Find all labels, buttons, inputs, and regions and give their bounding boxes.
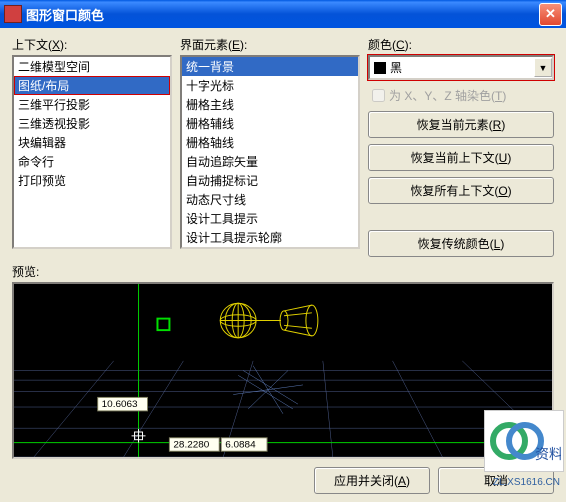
- element-item[interactable]: 设计工具提示: [182, 209, 358, 228]
- color-swatch: [374, 62, 386, 74]
- element-item[interactable]: 设计工具提示轮廓: [182, 228, 358, 247]
- coord-a: 10.6063: [102, 399, 138, 410]
- context-item[interactable]: 命令行: [14, 152, 170, 171]
- app-icon: [4, 5, 22, 23]
- context-item[interactable]: 二维模型空间: [14, 57, 170, 76]
- element-item[interactable]: 栅格轴线: [182, 133, 358, 152]
- tint-checkbox-row: 为 X、Y、Z 轴染色(T): [368, 86, 554, 105]
- context-item[interactable]: 图纸/布局: [14, 76, 170, 95]
- element-item[interactable]: 栅格主线: [182, 95, 358, 114]
- context-item[interactable]: 三维透视投影: [14, 114, 170, 133]
- close-button[interactable]: ✕: [539, 3, 562, 26]
- coord-c: 6.0884: [225, 440, 256, 451]
- tint-checkbox: [372, 89, 385, 102]
- element-item[interactable]: 十字光标: [182, 76, 358, 95]
- coord-b: 28.2280: [173, 440, 210, 451]
- restore-context-button[interactable]: 恢复当前上下文(U): [368, 144, 554, 171]
- color-dropdown[interactable]: 黑 ▼: [368, 55, 554, 80]
- color-label: 颜色(C):: [368, 36, 554, 53]
- element-item[interactable]: 统一背景: [182, 57, 358, 76]
- window-title: 图形窗口颜色: [26, 5, 539, 24]
- element-listbox[interactable]: 统一背景十字光标栅格主线栅格辅线栅格轴线自动追踪矢量自动捕捉标记动态尺寸线设计工…: [180, 55, 360, 249]
- preview-label: 预览:: [12, 263, 554, 280]
- context-label: 上下文(X):: [12, 36, 172, 53]
- element-item[interactable]: 动态尺寸线: [182, 190, 358, 209]
- watermark-logo: 资料网: [484, 410, 564, 472]
- chevron-down-icon[interactable]: ▼: [534, 58, 552, 77]
- element-item[interactable]: 自动捕捉标记: [182, 171, 358, 190]
- watermark-url: ZL.XS1616.CN: [493, 477, 560, 488]
- preview-canvas: 10.6063 28.2280 6.0884: [12, 282, 554, 459]
- element-label: 界面元素(E):: [180, 36, 360, 53]
- element-item[interactable]: 自动追踪矢量: [182, 152, 358, 171]
- restore-element-button[interactable]: 恢复当前元素(R): [368, 111, 554, 138]
- svg-text:资料网: 资料网: [535, 446, 561, 462]
- element-item[interactable]: 栅格辅线: [182, 114, 358, 133]
- apply-close-button[interactable]: 应用并关闭(A): [314, 467, 430, 494]
- color-value: 黑: [390, 59, 534, 76]
- context-listbox[interactable]: 二维模型空间图纸/布局三维平行投影三维透视投影块编辑器命令行打印预览: [12, 55, 172, 249]
- context-item[interactable]: 三维平行投影: [14, 95, 170, 114]
- context-item[interactable]: 打印预览: [14, 171, 170, 190]
- context-item[interactable]: 块编辑器: [14, 133, 170, 152]
- tint-checkbox-label: 为 X、Y、Z 轴染色(T): [389, 87, 506, 104]
- element-item[interactable]: 设计工具提示背景: [182, 247, 358, 249]
- restore-all-contexts-button[interactable]: 恢复所有上下文(O): [368, 177, 554, 204]
- restore-classic-button[interactable]: 恢复传统颜色(L): [368, 230, 554, 257]
